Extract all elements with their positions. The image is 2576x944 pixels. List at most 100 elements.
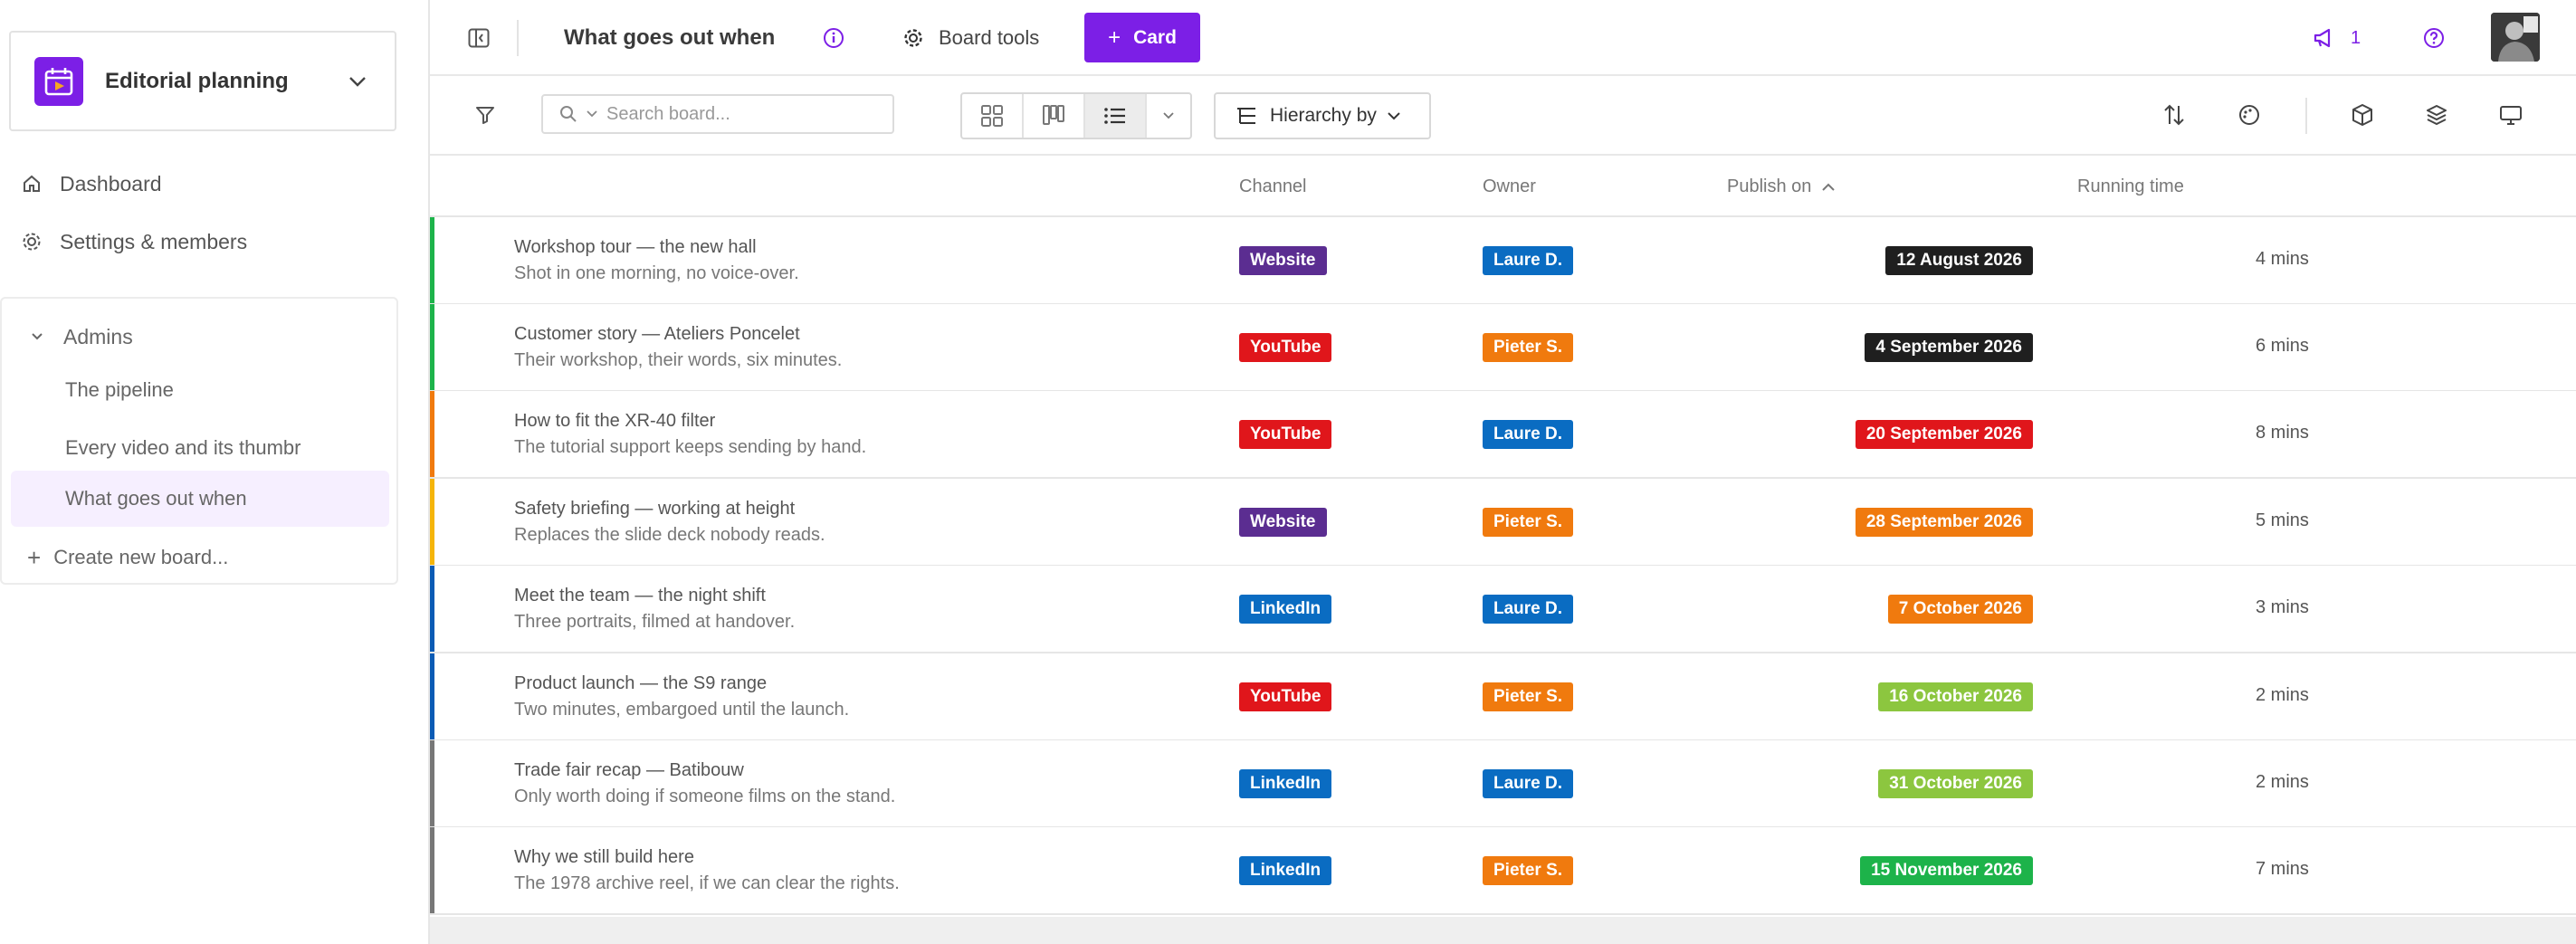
sidebar-toggle-icon[interactable] — [466, 25, 491, 51]
channel-badge[interactable]: LinkedIn — [1239, 769, 1332, 798]
table-row[interactable]: How to fit the XR-40 filter The tutorial … — [430, 391, 2576, 479]
announcements-button[interactable]: 1 — [2313, 0, 2361, 76]
search-input[interactable]: Search board... — [606, 104, 730, 125]
chevron-down-icon[interactable] — [344, 68, 371, 95]
table-row[interactable]: Why we still build here The 1978 archive … — [430, 827, 2576, 915]
card-title[interactable]: Workshop tour — the new hall — [514, 237, 757, 258]
board-group-admins: Admins The pipeline Every video and its … — [0, 297, 398, 585]
column-header-running-time[interactable]: Running time — [2077, 156, 2184, 217]
card-subtitle: Their workshop, their words, six minutes… — [514, 350, 843, 370]
card-subtitle: Two minutes, embargoed until the launch. — [514, 700, 850, 720]
publish-date-badge[interactable]: 4 September 2026 — [1865, 333, 2033, 362]
board-toolbar: Search board... Hierarchy by — [430, 76, 2576, 156]
publish-date-badge[interactable]: 20 September 2026 — [1855, 420, 2033, 449]
chevron-down-icon[interactable] — [587, 110, 597, 118]
owner-badge[interactable]: Pieter S. — [1483, 856, 1574, 885]
palette-icon[interactable] — [2236, 101, 2263, 129]
column-header-channel[interactable]: Channel — [1239, 156, 1307, 217]
sort-icon[interactable] — [2161, 101, 2188, 129]
avatar[interactable] — [2491, 13, 2540, 62]
channel-badge[interactable]: LinkedIn — [1239, 595, 1332, 624]
owner-badge[interactable]: Pieter S. — [1483, 333, 1574, 362]
sidebar-item-settings[interactable]: Settings & members — [0, 213, 430, 271]
status-color-bar — [430, 391, 434, 477]
layers-icon[interactable] — [2423, 101, 2450, 129]
table-row[interactable]: Safety briefing — working at height Repla… — [430, 479, 2576, 567]
channel-badge[interactable]: Website — [1239, 246, 1327, 275]
board-item[interactable]: Every video and its thumbr — [11, 420, 389, 476]
table-row[interactable]: Product launch — the S9 range Two minutes… — [430, 653, 2576, 741]
publish-date-badge[interactable]: 31 October 2026 — [1878, 769, 2033, 798]
table-row[interactable]: Meet the team — the night shift Three por… — [430, 566, 2576, 653]
owner-badge[interactable]: Laure D. — [1483, 246, 1574, 275]
status-color-bar — [430, 827, 434, 913]
publish-date-badge[interactable]: 7 October 2026 — [1887, 595, 2033, 624]
running-time: 8 mins — [2256, 423, 2309, 443]
grid-view-icon[interactable] — [962, 94, 1024, 138]
chevron-down-icon[interactable] — [1147, 94, 1190, 138]
card-title[interactable]: Product launch — the S9 range — [514, 673, 767, 694]
channel-badge[interactable]: Website — [1239, 508, 1327, 537]
kanban-view-icon[interactable] — [1024, 94, 1085, 138]
sidebar-item-label: Settings & members — [60, 229, 248, 253]
sidebar-item-label: Dashboard — [60, 171, 162, 195]
board-tools-button[interactable]: Board tools — [902, 0, 1039, 76]
search-box[interactable]: Search board... — [541, 94, 894, 134]
workspace-switcher[interactable]: Editorial planning — [9, 31, 396, 131]
hierarchy-dropdown[interactable]: Hierarchy by — [1214, 92, 1431, 139]
board-item[interactable]: The pipeline — [11, 362, 389, 418]
monitor-icon[interactable] — [2497, 101, 2524, 129]
table-footer — [430, 917, 2576, 944]
running-time: 2 mins — [2256, 685, 2309, 705]
card-title[interactable]: Why we still build here — [514, 847, 694, 868]
info-icon[interactable] — [821, 25, 846, 51]
hierarchy-icon — [1236, 106, 1257, 126]
add-card-label: Card — [1133, 26, 1177, 48]
card-title[interactable]: Meet the team — the night shift — [514, 586, 766, 606]
channel-badge[interactable]: YouTube — [1239, 682, 1332, 711]
channel-badge[interactable]: YouTube — [1239, 420, 1332, 449]
table-row[interactable]: Trade fair recap — Batibouw Only worth do… — [430, 740, 2576, 828]
owner-badge[interactable]: Laure D. — [1483, 420, 1574, 449]
card-title[interactable]: Customer story — Ateliers Poncelet — [514, 324, 800, 345]
publish-date-badge[interactable]: 12 August 2026 — [1885, 246, 2033, 275]
card-title[interactable]: Safety briefing — working at height — [514, 499, 795, 520]
column-header-label: Publish on — [1727, 176, 1812, 196]
add-card-button[interactable]: + Card — [1084, 13, 1200, 62]
column-header-publish-on[interactable]: Publish on — [1727, 156, 1836, 217]
create-board-label: Create new board... — [53, 546, 229, 568]
owner-badge[interactable]: Pieter S. — [1483, 682, 1574, 711]
sidebar-item-dashboard[interactable]: Dashboard — [0, 155, 430, 213]
create-board-button[interactable]: + Create new board... — [11, 532, 228, 583]
owner-badge[interactable]: Laure D. — [1483, 595, 1574, 624]
publish-date-badge[interactable]: 15 November 2026 — [1860, 856, 2033, 885]
filter-icon[interactable] — [473, 103, 497, 127]
board-item-active[interactable]: What goes out when — [11, 471, 389, 527]
channel-badge[interactable]: YouTube — [1239, 333, 1332, 362]
owner-badge[interactable]: Laure D. — [1483, 769, 1574, 798]
cube-icon[interactable] — [2349, 101, 2376, 129]
status-color-bar — [430, 740, 434, 826]
owner-badge[interactable]: Pieter S. — [1483, 508, 1574, 537]
publish-date-badge[interactable]: 16 October 2026 — [1878, 682, 2033, 711]
card-subtitle: Replaces the slide deck nobody reads. — [514, 525, 825, 545]
card-subtitle: Only worth doing if someone films on the… — [514, 787, 896, 806]
chevron-down-icon — [31, 332, 43, 341]
card-title[interactable]: How to fit the XR-40 filter — [514, 411, 715, 432]
hierarchy-label: Hierarchy by — [1270, 105, 1377, 126]
card-subtitle: Three portraits, filmed at handover. — [514, 612, 796, 632]
publish-date-badge[interactable]: 28 September 2026 — [1855, 508, 2033, 537]
sidebar: Editorial planning Dashboard Settings & … — [0, 0, 430, 944]
sort-ascending-icon — [1822, 183, 1836, 191]
channel-badge[interactable]: LinkedIn — [1239, 856, 1332, 885]
table-row[interactable]: Customer story — Ateliers Poncelet Their … — [430, 304, 2576, 392]
list-view-icon[interactable] — [1085, 94, 1147, 138]
app: Editorial planning Dashboard Settings & … — [0, 0, 2576, 944]
workspace-name: Editorial planning — [105, 68, 289, 93]
group-header[interactable]: Admins — [11, 310, 133, 364]
help-icon[interactable] — [2421, 25, 2447, 51]
running-time: 4 mins — [2256, 249, 2309, 269]
table-row[interactable]: Workshop tour — the new hall Shot in one … — [430, 217, 2576, 305]
column-header-owner[interactable]: Owner — [1483, 156, 1536, 217]
card-title[interactable]: Trade fair recap — Batibouw — [514, 760, 744, 781]
